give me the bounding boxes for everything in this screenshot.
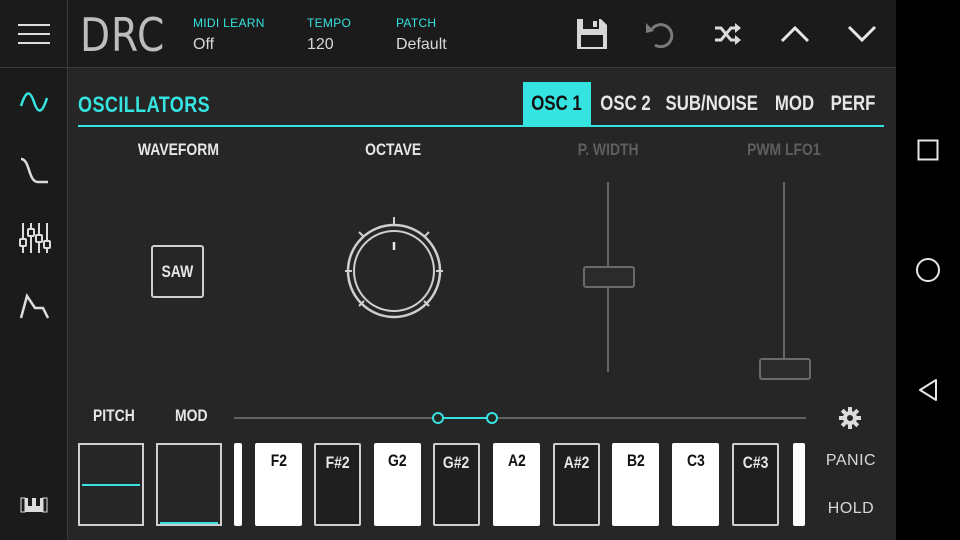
hamburger-line <box>17 24 50 26</box>
sidebar-item-oscillators[interactable] <box>14 82 54 122</box>
key-label: B2 <box>626 451 645 470</box>
tab-osc-1[interactable]: OSC 1 <box>523 82 591 125</box>
chevron-up-icon <box>780 25 810 43</box>
sidebar-item-mixer[interactable] <box>14 218 54 258</box>
home-button[interactable] <box>908 250 948 290</box>
gear-icon <box>839 407 861 429</box>
tab-label: OSC 2 <box>600 91 652 115</box>
tab-underline <box>78 125 884 127</box>
piano-key[interactable]: F#2 <box>314 443 361 526</box>
pwm-lfo-label: PWM LFO1 <box>747 140 821 159</box>
piano-key[interactable]: A2 <box>493 443 540 526</box>
pulse-width-fader[interactable] <box>583 266 635 288</box>
key-label: A2 <box>507 451 526 470</box>
settings-button[interactable] <box>838 406 862 430</box>
waveform-value: SAW <box>161 261 194 281</box>
pitch-bend-pad[interactable] <box>78 443 144 526</box>
piano-key[interactable]: F2 <box>255 443 302 526</box>
sidebar-keyboard-button[interactable] <box>14 484 54 524</box>
pwm-lfo-fader[interactable] <box>759 358 811 380</box>
piano-key-partial[interactable] <box>793 443 805 526</box>
piano-key[interactable]: G#2 <box>433 443 480 526</box>
back-button[interactable] <box>908 370 948 410</box>
tab-label: MOD <box>774 91 814 115</box>
recents-button[interactable] <box>908 130 948 170</box>
tab-mod[interactable]: MOD <box>770 82 818 125</box>
key-label: A#2 <box>563 453 590 472</box>
tempo-value: 120 <box>307 36 334 53</box>
mod-wheel-pad[interactable] <box>156 443 222 526</box>
hamburger-line <box>17 42 50 44</box>
hamburger-line <box>17 33 50 35</box>
tab-osc-2[interactable]: OSC 2 <box>597 82 655 125</box>
mod-level-line <box>160 522 218 524</box>
synth-app: DRC MIDI LEARN Off TEMPO 120 PATCH Defau… <box>0 0 896 540</box>
sidebar-item-filter[interactable] <box>14 150 54 190</box>
keyboard-icon <box>20 495 48 513</box>
midi-learn-label: MIDI LEARN <box>193 16 265 30</box>
piano-key-partial[interactable] <box>234 443 242 526</box>
patch-value: Default <box>396 36 447 53</box>
shuffle-icon <box>715 23 741 45</box>
piano-key[interactable]: A#2 <box>553 443 600 526</box>
patch-field[interactable]: PATCH Default <box>396 16 447 54</box>
envelope-icon <box>19 293 50 319</box>
hold-button[interactable]: HOLD <box>818 500 884 518</box>
oscillator-wave-icon <box>19 92 49 112</box>
range-start-handle[interactable] <box>432 412 444 424</box>
waveform-button[interactable]: SAW <box>151 245 204 298</box>
sidebar-item-envelope[interactable] <box>14 286 54 326</box>
circle-home-icon <box>916 258 940 282</box>
chevron-down-icon <box>847 25 877 43</box>
key-label: C#3 <box>742 453 769 472</box>
next-patch-button[interactable] <box>842 14 882 54</box>
tab-label: OSC 1 <box>531 91 583 115</box>
filter-icon <box>20 157 48 184</box>
square-recents-icon <box>917 139 939 161</box>
pulse-width-label: P. WIDTH <box>577 140 639 159</box>
sidebar <box>0 68 68 540</box>
mod-label: MOD <box>175 406 208 425</box>
pitch-level-line <box>82 483 140 486</box>
app-title: DRC <box>80 8 166 62</box>
range-end-handle[interactable] <box>486 412 498 424</box>
key-label: C3 <box>686 451 705 470</box>
pitch-label: PITCH <box>93 406 135 425</box>
tempo-label: TEMPO <box>307 16 352 30</box>
patch-label: PATCH <box>396 16 437 30</box>
midi-learn-field[interactable]: MIDI LEARN Off <box>193 16 265 54</box>
mixer-sliders-icon <box>19 223 51 253</box>
undo-icon <box>646 23 674 49</box>
section-title: OSCILLATORS <box>78 92 211 117</box>
panic-button[interactable]: PANIC <box>818 452 884 470</box>
octave-label: OCTAVE <box>364 140 422 159</box>
tempo-field[interactable]: TEMPO 120 <box>307 16 351 54</box>
octave-knob[interactable] <box>338 215 450 327</box>
piano-key[interactable]: B2 <box>612 443 659 526</box>
piano-key[interactable]: C3 <box>672 443 719 526</box>
waveform-label: WAVEFORM <box>137 140 219 159</box>
undo-button[interactable] <box>640 14 680 54</box>
tab-perf[interactable]: PERF <box>826 82 880 125</box>
keyboard-range-scroller[interactable] <box>232 408 808 428</box>
midi-learn-value: Off <box>193 36 215 53</box>
top-bar: DRC MIDI LEARN Off TEMPO 120 PATCH Defau… <box>0 0 896 68</box>
key-label: F2 <box>270 451 287 470</box>
key-label: G#2 <box>443 453 470 472</box>
system-nav-bar <box>896 0 960 540</box>
piano-key[interactable]: C#3 <box>732 443 779 526</box>
key-label: F#2 <box>325 453 350 472</box>
menu-button[interactable] <box>0 0 68 68</box>
randomize-button[interactable] <box>707 14 747 54</box>
piano-key[interactable]: G2 <box>374 443 421 526</box>
tab-sub-noise[interactable]: SUB/NOISE <box>664 82 760 125</box>
save-icon <box>577 19 607 49</box>
previous-patch-button[interactable] <box>775 14 815 54</box>
pwm-lfo-track <box>783 182 785 380</box>
save-button[interactable] <box>572 14 612 54</box>
triangle-back-icon <box>919 379 937 401</box>
key-label: G2 <box>388 451 407 470</box>
tab-label: PERF <box>830 91 876 115</box>
tab-label: SUB/NOISE <box>665 91 759 115</box>
